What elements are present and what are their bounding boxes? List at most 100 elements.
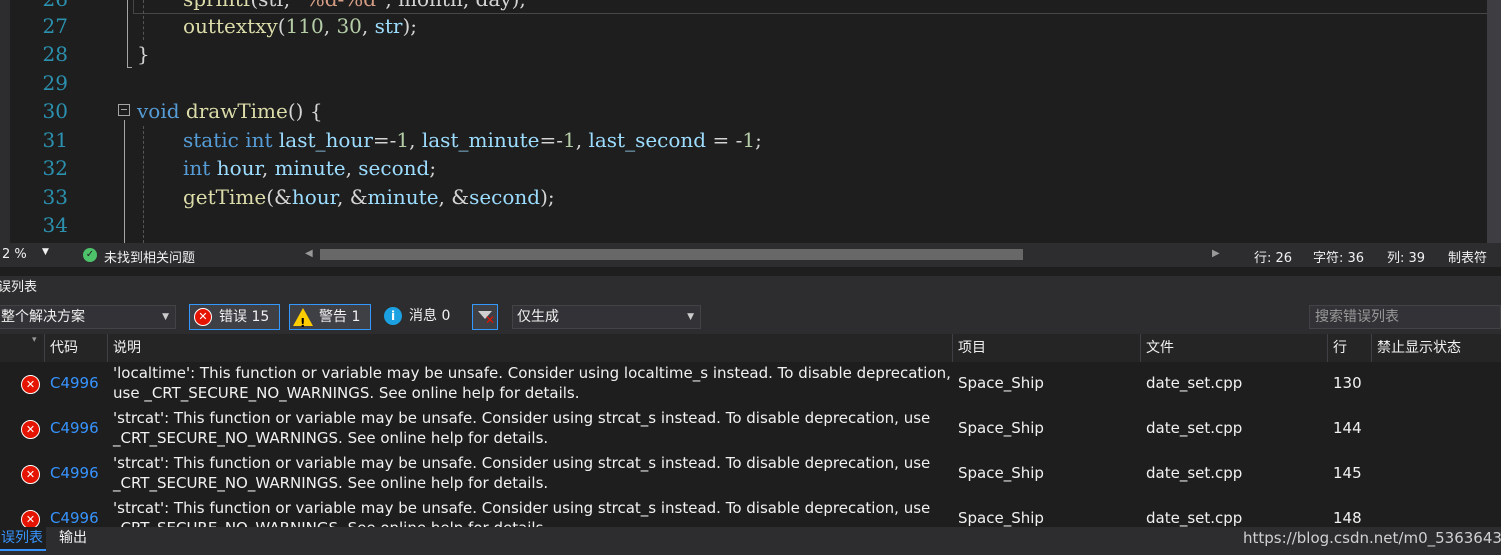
search-input[interactable]: 搜索错误列表 <box>1309 305 1501 329</box>
editor-status-bar: 2 % ▼ ✓ 未找到相关问题 ◀ ▶ 行: 26 字符: 36 列: 39 制… <box>0 243 1501 267</box>
code-token: ); <box>540 185 555 209</box>
table-row[interactable]: ✕ C4996 'localtime': This function or va… <box>0 362 1501 407</box>
error-file: date_set.cpp <box>1146 464 1243 482</box>
column-header-description[interactable]: 说明 <box>107 334 953 362</box>
code-token: str <box>374 14 403 38</box>
code-token: "%d-%d" <box>297 0 386 11</box>
code-token: minute <box>367 185 439 209</box>
messages-filter-button[interactable]: i 消息 0 <box>380 304 464 330</box>
code-token: getTime <box>183 185 267 209</box>
code-text[interactable]: } <box>137 40 150 68</box>
error-file: date_set.cpp <box>1146 419 1243 437</box>
line-number: 29 <box>42 71 68 95</box>
code-token: } <box>137 42 150 66</box>
code-token: 30 <box>336 14 362 38</box>
zoom-level[interactable]: 2 % <box>2 247 27 262</box>
code-token: , <box>409 128 422 152</box>
code-token: = - <box>706 128 743 152</box>
code-token: 1 <box>563 128 576 152</box>
column-header-code[interactable]: 代码 <box>44 334 108 362</box>
error-list-toolbar: 整个解决方案 ▼ ✕ 错误 15 ! 警告 1 i 消息 0 ✕ 仅生成 ▼ 搜… <box>0 300 1501 334</box>
info-icon: i <box>384 307 402 325</box>
chevron-down-icon[interactable]: ▼ <box>42 247 49 257</box>
column-header-project[interactable]: 项目 <box>952 334 1141 362</box>
code-token: , <box>575 128 589 152</box>
code-token: (str, <box>250 0 296 11</box>
error-project: Space_Ship <box>958 419 1044 437</box>
error-code-link[interactable]: C4996 <box>50 419 99 437</box>
table-row[interactable]: ✕ C4996 'strcat': This function or varia… <box>0 452 1501 497</box>
scroll-right-icon[interactable]: ▶ <box>1212 248 1220 259</box>
scope-select[interactable]: 整个解决方案 ▼ <box>0 305 176 329</box>
error-icon: ✕ <box>21 420 40 439</box>
code-token: ; <box>755 128 762 152</box>
watermark-text: https://blog.csdn.net/m0_53636439 <box>1243 529 1501 547</box>
error-project: Space_Ship <box>958 374 1044 392</box>
code-text[interactable]: int hour, minute, second; <box>183 154 436 182</box>
warnings-filter-button[interactable]: ! 警告 1 <box>289 304 371 330</box>
vertical-scrollbar[interactable] <box>1487 0 1501 243</box>
error-project: Space_Ship <box>958 509 1044 527</box>
table-row[interactable]: ✕ C4996 'strcat': This function or varia… <box>0 407 1501 452</box>
warning-icon: ! <box>293 308 313 330</box>
code-token: ); <box>402 14 418 38</box>
code-token: void <box>137 99 180 123</box>
error-file: date_set.cpp <box>1146 374 1243 392</box>
tab-indicator[interactable]: 制表符 <box>1448 247 1487 266</box>
code-token: static <box>183 128 239 152</box>
column-header-suppression[interactable]: 禁止显示状态 <box>1371 334 1501 362</box>
code-text[interactable]: static int last_hour=-1, last_minute=-1,… <box>183 126 762 154</box>
code-token: sprintf <box>183 0 250 11</box>
scrollbar-thumb[interactable] <box>320 249 1023 260</box>
issues-status[interactable]: 未找到相关问题 <box>104 247 195 266</box>
panel-title-bar: 误列表 <box>0 276 1501 300</box>
close-icon: ✕ <box>485 313 496 327</box>
check-circle-icon: ✓ <box>83 248 97 262</box>
code-token: second <box>469 185 541 209</box>
col-indicator[interactable]: 列: 39 <box>1387 247 1425 266</box>
code-token: last_hour <box>278 128 373 152</box>
code-text[interactable]: getTime(&hour, &minute, &second); <box>183 183 555 211</box>
error-file: date_set.cpp <box>1146 509 1243 527</box>
code-token: minute <box>274 156 346 180</box>
sort-indicator-icon[interactable]: ▾ <box>32 326 37 354</box>
column-header-line[interactable]: 行 <box>1327 334 1372 362</box>
code-token: 1 <box>396 128 410 152</box>
fold-range-line <box>127 0 128 68</box>
errors-filter-button[interactable]: ✕ 错误 15 <box>189 304 280 330</box>
error-code-link[interactable]: C4996 <box>50 374 99 392</box>
scope-value: 整个解决方案 <box>1 309 85 325</box>
errors-filter-label: 错误 15 <box>219 309 270 325</box>
line-indicator[interactable]: 行: 26 <box>1254 247 1292 266</box>
filter-toggle-button[interactable]: ✕ <box>472 304 498 330</box>
error-line: 145 <box>1333 464 1362 482</box>
code-token: 110 <box>285 14 324 38</box>
tab-output[interactable]: 输出 <box>59 527 87 549</box>
code-text[interactable]: outtextxy(110, 30, str); <box>183 12 417 40</box>
messages-filter-label: 消息 0 <box>409 308 451 324</box>
scroll-left-icon[interactable]: ◀ <box>305 248 313 259</box>
editor-margin <box>0 0 10 243</box>
error-code-link[interactable]: C4996 <box>50 509 99 527</box>
code-token: ; <box>429 156 437 180</box>
code-token: (& <box>266 185 292 209</box>
code-text[interactable]: void drawTime() { <box>137 97 323 125</box>
tab-error-list[interactable]: 误列表 <box>0 527 46 551</box>
table-row[interactable]: ✕ C4996 'strcat': This function or varia… <box>0 497 1501 527</box>
error-description: 'localtime': This function or variable m… <box>113 364 951 402</box>
error-icon: ✕ <box>21 375 40 394</box>
column-header-file[interactable]: 文件 <box>1140 334 1328 362</box>
collapse-icon[interactable] <box>118 104 130 116</box>
chevron-down-icon: ▼ <box>162 312 169 322</box>
code-editor[interactable]: 26sprintf(str, "%d-%d", month, day);27ou… <box>0 0 1501 243</box>
error-code-link[interactable]: C4996 <box>50 464 99 482</box>
code-token: int <box>183 156 211 180</box>
horizontal-scrollbar[interactable] <box>320 249 1208 260</box>
build-filter-select[interactable]: 仅生成 ▼ <box>512 305 701 329</box>
code-token: drawTime <box>185 99 288 123</box>
indent-guide <box>143 126 144 243</box>
char-indicator[interactable]: 字符: 36 <box>1313 247 1364 266</box>
line-number: 33 <box>42 185 68 209</box>
code-token: () { <box>287 99 323 123</box>
line-number: 31 <box>42 128 68 152</box>
